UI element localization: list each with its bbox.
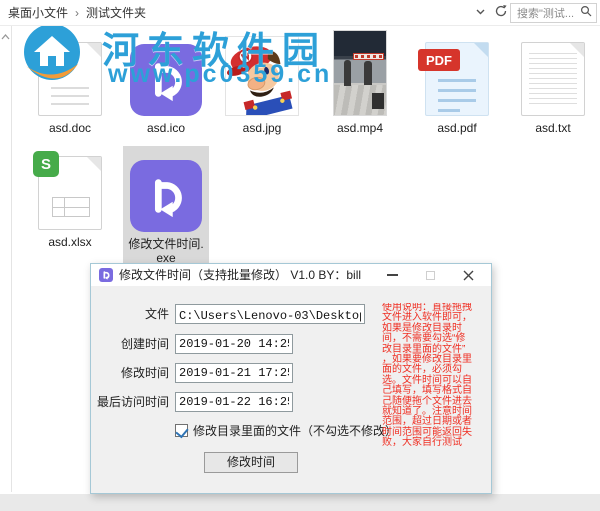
- txt-file-icon: [507, 32, 599, 116]
- create-time-input[interactable]: [175, 334, 293, 354]
- jpg-file-icon: [216, 32, 308, 116]
- file-tile-mp4[interactable]: asd.mp4: [314, 32, 406, 135]
- refresh-icon[interactable]: [494, 4, 508, 23]
- file-name: asd.pdf: [411, 121, 503, 135]
- mario-image: [225, 36, 299, 116]
- file-name: asd.mp4: [314, 121, 406, 135]
- file-tile-jpg[interactable]: asd.jpg: [216, 32, 308, 135]
- modify-file-time-dialog: 修改文件时间（支持批量修改） V1.0 BY：bill 文件 创建时间 修改时间…: [90, 263, 492, 494]
- file-tile-doc[interactable]: W asd.doc: [24, 32, 116, 135]
- breadcrumb-separator: ›: [75, 0, 79, 26]
- word-badge-letter: W: [47, 43, 75, 65]
- doc-file-icon: W: [24, 32, 116, 116]
- xlsx-file-icon: S: [24, 146, 116, 230]
- search-icon[interactable]: [580, 4, 592, 22]
- file-name: asd.doc: [24, 121, 116, 135]
- video-thumbnail: [333, 30, 387, 116]
- file-tile-exe-selected[interactable]: 修改文件时间.exe: [123, 146, 209, 269]
- bottom-strip: [0, 494, 600, 511]
- modify-time-button[interactable]: 修改时间: [204, 452, 298, 473]
- chevron-down-icon[interactable]: [475, 4, 486, 22]
- dialog-title: 修改文件时间（支持批量修改） V1.0 BY：bill: [119, 264, 361, 286]
- file-name: asd.txt: [507, 121, 599, 135]
- file-name: asd.ico: [120, 121, 212, 135]
- breadcrumb-folder-current[interactable]: 测试文件夹: [86, 0, 146, 26]
- checkbox-checked[interactable]: [175, 424, 188, 437]
- last-access-time-label: 最后访问时间: [91, 392, 169, 412]
- file-tile-ico[interactable]: asd.ico: [120, 32, 212, 135]
- create-time-label: 创建时间: [91, 334, 169, 354]
- file-path-input[interactable]: [175, 304, 365, 324]
- exe-file-icon: [123, 148, 209, 232]
- modify-time-input[interactable]: [175, 363, 293, 383]
- breadcrumb-folder-parent[interactable]: 桌面小文件: [8, 0, 68, 26]
- ico-file-icon: [120, 32, 212, 116]
- file-name: 修改文件时间.exe: [126, 237, 206, 265]
- pdf-file-icon: PDF: [411, 32, 503, 116]
- spreadsheet-badge: S: [33, 151, 59, 177]
- file-tile-xlsx[interactable]: S asd.xlsx: [24, 146, 116, 249]
- scroll-up-icon[interactable]: [1, 28, 10, 46]
- usage-instructions: 使用说明：直接拖拽 文件进入软件即可， 如果是修改目录时 间，不需要勾选“修 改…: [382, 303, 486, 453]
- last-access-time-input[interactable]: [175, 392, 293, 412]
- modify-subfiles-checkbox-row: 修改目录里面的文件（不勾选不修改）: [175, 422, 397, 438]
- address-bar: 桌面小文件 › 测试文件夹 搜索"测试...: [0, 0, 600, 26]
- file-name: asd.xlsx: [24, 235, 116, 249]
- breadcrumb: 桌面小文件 › 测试文件夹: [8, 0, 146, 26]
- pane-divider: [11, 26, 12, 492]
- minimize-button[interactable]: [379, 264, 405, 286]
- file-tile-pdf[interactable]: PDF asd.pdf: [411, 32, 503, 135]
- dialog-titlebar[interactable]: 修改文件时间（支持批量修改） V1.0 BY：bill: [91, 264, 491, 286]
- app-logo-icon: [99, 268, 113, 282]
- close-icon[interactable]: [455, 264, 481, 286]
- modify-time-label: 修改时间: [91, 363, 169, 383]
- file-name: asd.jpg: [216, 121, 308, 135]
- mp4-file-icon: [314, 32, 406, 116]
- pdf-badge: PDF: [418, 49, 460, 71]
- checkbox-label[interactable]: 修改目录里面的文件（不勾选不修改）: [193, 422, 397, 439]
- search-input[interactable]: 搜索"测试...: [510, 3, 597, 23]
- file-field-label: 文件: [91, 304, 169, 324]
- maximize-button[interactable]: [417, 264, 443, 286]
- search-placeholder: 搜索"测试...: [517, 5, 580, 21]
- file-tile-txt[interactable]: asd.txt: [507, 32, 599, 135]
